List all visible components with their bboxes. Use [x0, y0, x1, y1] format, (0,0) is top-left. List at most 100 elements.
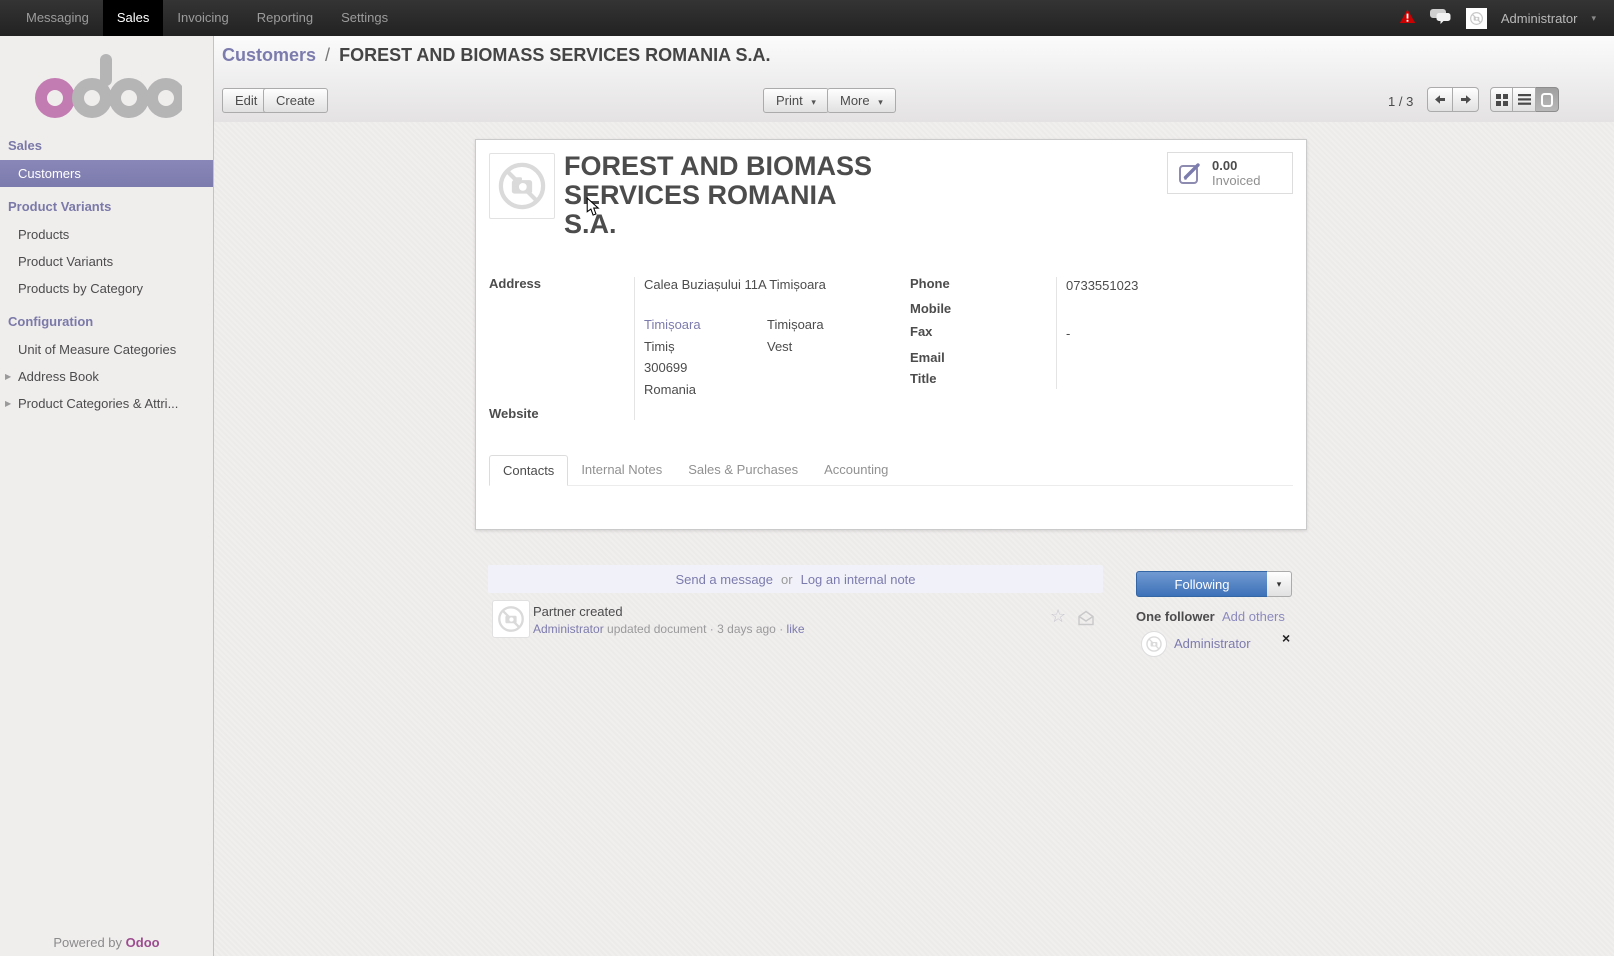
sidebar-section-sales: Sales	[0, 126, 213, 160]
tab-accounting[interactable]: Accounting	[811, 455, 901, 485]
sidebar-item-uom-categories[interactable]: Unit of Measure Categories	[0, 336, 213, 363]
top-menu-sales[interactable]: Sales	[103, 0, 164, 36]
send-message-link[interactable]: Send a message	[675, 572, 773, 587]
top-menubar: Messaging Sales Invoicing Reporting Sett…	[0, 0, 1614, 36]
mark-as-read-icon[interactable]	[1077, 610, 1095, 629]
caret-down-icon: ▾	[1591, 13, 1596, 24]
sidebar-item-label: Product Categories & Attri...	[18, 396, 178, 411]
top-menu-invoicing[interactable]: Invoicing	[163, 0, 242, 36]
arrow-left-icon	[1434, 94, 1446, 105]
messages-icon[interactable]	[1430, 8, 1452, 28]
more-button[interactable]: More ▾	[827, 88, 896, 113]
partner-name-title: FOREST AND BIOMASS SERVICES ROMANIA S.A.	[564, 152, 876, 239]
title-label: Title	[910, 371, 937, 386]
chevron-right-icon: ▶	[5, 363, 11, 390]
invoiced-label: Invoiced	[1212, 173, 1260, 188]
sidebar-item-address-book[interactable]: ▶ Address Book	[0, 363, 213, 390]
message-time: 3 days ago	[717, 622, 776, 636]
breadcrumb-separator: /	[321, 45, 334, 65]
add-others-link[interactable]: Add others	[1222, 609, 1285, 624]
star-icon[interactable]: ☆	[1050, 606, 1066, 627]
kanban-icon	[1496, 94, 1508, 106]
sidebar-item-product-categories[interactable]: ▶ Product Categories & Attri...	[0, 390, 213, 417]
view-list-button[interactable]	[1513, 87, 1536, 112]
pager-counter: 1 / 3	[1388, 94, 1413, 109]
sidebar-section-configuration: Configuration	[0, 302, 213, 336]
odoo-app-window: Messaging Sales Invoicing Reporting Sett…	[0, 0, 1614, 956]
sidebar-item-label: Address Book	[18, 369, 99, 384]
fax-value: -	[1066, 326, 1070, 341]
sidebar: Sales Customers Product Variants Product…	[0, 36, 214, 956]
mouse-cursor	[586, 197, 600, 217]
follower-name-link[interactable]: Administrator	[1174, 636, 1251, 651]
top-menu-reporting[interactable]: Reporting	[243, 0, 327, 36]
remove-follower-button[interactable]: ×	[1282, 630, 1290, 646]
no-image-camera-icon	[1145, 635, 1163, 653]
sidebar-item-product-variants[interactable]: Product Variants	[0, 248, 213, 275]
pager-previous-button[interactable]	[1427, 87, 1453, 112]
website-label: Website	[489, 406, 539, 421]
caret-down-icon: ▾	[878, 97, 883, 107]
sidebar-section-product-variants: Product Variants	[0, 187, 213, 221]
more-label: More	[840, 93, 870, 108]
region-value: Vest	[767, 339, 792, 354]
city-value: Timișoara	[767, 317, 824, 332]
following-dropdown-button[interactable]: ▾	[1267, 571, 1292, 597]
view-switcher	[1490, 87, 1559, 112]
print-label: Print	[776, 93, 803, 108]
caret-down-icon: ▾	[1277, 579, 1282, 590]
sidebar-item-products-by-category[interactable]: Products by Category	[0, 275, 213, 302]
log-internal-note-link[interactable]: Log an internal note	[801, 572, 916, 587]
message-author-link[interactable]: Administrator	[533, 622, 604, 636]
tab-sales-purchases[interactable]: Sales & Purchases	[675, 455, 811, 485]
zip-value: 300699	[644, 360, 687, 375]
street-value: Calea Buziașului 11A Timișoara	[644, 277, 826, 292]
country-value: Romania	[644, 382, 696, 397]
dot-separator: ·	[779, 622, 783, 636]
view-form-button[interactable]	[1536, 87, 1559, 112]
sidebar-item-customers[interactable]: Customers	[0, 160, 213, 187]
like-link[interactable]: like	[787, 622, 805, 636]
odoo-brand-link[interactable]: Odoo	[126, 935, 160, 950]
odoo-logo	[32, 52, 182, 118]
or-text: or	[781, 572, 793, 587]
tab-contacts[interactable]: Contacts	[489, 455, 568, 486]
fax-label: Fax	[910, 324, 932, 339]
message-meta: Administrator updated document · 3 days …	[533, 622, 805, 636]
print-button[interactable]: Print ▾	[763, 88, 829, 113]
view-manager-header: Customers / FOREST AND BIOMASS SERVICES …	[214, 36, 1614, 122]
breadcrumb-customers-link[interactable]: Customers	[222, 45, 316, 65]
create-button[interactable]: Create	[263, 88, 328, 113]
caret-down-icon: ▾	[811, 97, 816, 107]
top-menu-messaging[interactable]: Messaging	[12, 0, 103, 36]
email-label: Email	[910, 350, 945, 365]
phone-value: 0733551023	[1066, 278, 1138, 293]
no-image-camera-icon	[495, 159, 549, 213]
notebook-tabs: Contacts Internal Notes Sales & Purchase…	[489, 455, 1293, 486]
following-button[interactable]: Following	[1136, 571, 1268, 597]
phone-label: Phone	[910, 276, 950, 291]
breadcrumb-current: FOREST AND BIOMASS SERVICES ROMANIA S.A.	[339, 45, 770, 65]
address-label: Address	[489, 276, 541, 291]
city-link[interactable]: Timișoara	[644, 317, 701, 332]
pager-buttons	[1427, 87, 1479, 112]
state-value: Timiș	[644, 339, 675, 354]
pencil-square-icon	[1178, 160, 1204, 186]
sidebar-item-products[interactable]: Products	[0, 221, 213, 248]
form-icon	[1541, 93, 1553, 107]
powered-by-text: Powered by	[53, 935, 122, 950]
view-kanban-button[interactable]	[1490, 87, 1513, 112]
warning-icon[interactable]	[1399, 9, 1416, 27]
list-icon	[1518, 94, 1531, 105]
dot-separator: ·	[710, 622, 714, 636]
user-menu[interactable]: Administrator	[1501, 11, 1578, 26]
tab-internal-notes[interactable]: Internal Notes	[568, 455, 675, 485]
message-title: Partner created	[533, 604, 623, 619]
pager-next-button[interactable]	[1453, 87, 1479, 112]
invoiced-stat-button[interactable]: 0.00 Invoiced	[1167, 152, 1293, 194]
user-avatar	[1466, 8, 1487, 29]
field-separator	[634, 277, 635, 420]
arrow-right-icon	[1460, 94, 1472, 105]
top-menu-settings[interactable]: Settings	[327, 0, 402, 36]
message-avatar	[492, 600, 530, 638]
